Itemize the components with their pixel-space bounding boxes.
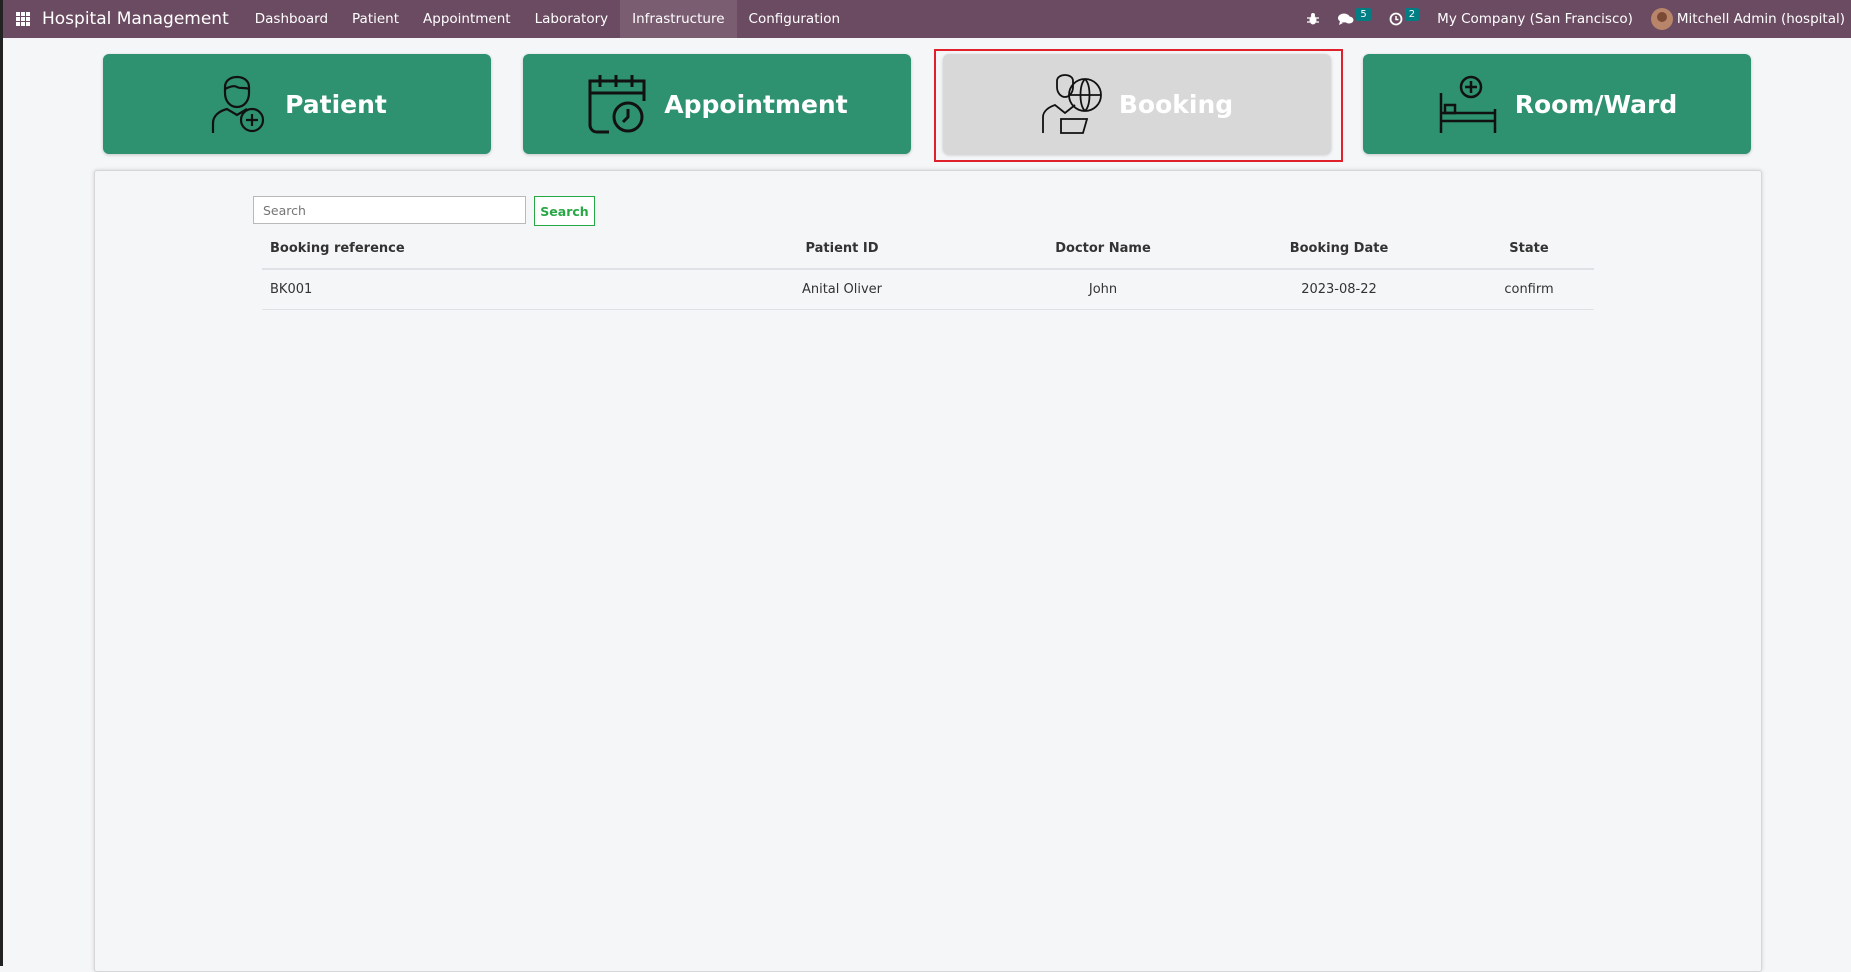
header-booking-reference[interactable]: Booking reference [262, 241, 692, 256]
messages-badge: 5 [1356, 7, 1371, 21]
header-booking-date[interactable]: Booking Date [1214, 241, 1464, 256]
search-button[interactable]: Search [534, 196, 595, 226]
menu-appointment[interactable]: Appointment [411, 0, 523, 38]
user-name: Mitchell Admin (hospital) [1676, 11, 1845, 27]
cell-booking-date: 2023-08-22 [1301, 282, 1377, 297]
menu-laboratory[interactable]: Laboratory [523, 0, 621, 38]
user-menu[interactable]: Mitchell Admin (hospital) [1650, 8, 1845, 30]
activities-button[interactable]: 2 [1389, 7, 1420, 26]
messages-button[interactable]: 5 [1338, 7, 1371, 26]
menu-infrastructure[interactable]: Infrastructure [620, 0, 737, 38]
company-switcher[interactable]: My Company (San Francisco) [1437, 11, 1633, 27]
selection-highlight [934, 49, 1343, 162]
debug-bug-icon[interactable] [1306, 12, 1320, 26]
avatar [1650, 8, 1673, 30]
patient-card-label: Patient [285, 89, 387, 119]
booking-list-panel: Search Booking reference Patient ID Doct… [94, 170, 1762, 972]
header-doctor-name[interactable]: Doctor Name [992, 241, 1214, 256]
navbar-tools: 5 2 My Company (San Francisco) Mitchell … [1306, 0, 1851, 38]
clock-icon [1389, 12, 1403, 26]
room-ward-card-label: Room/Ward [1514, 89, 1678, 119]
top-navbar: Hospital Management Dashboard Patient Ap… [3, 0, 1851, 38]
menu-patient[interactable]: Patient [340, 0, 411, 38]
header-state[interactable]: State [1464, 241, 1594, 256]
menu-configuration[interactable]: Configuration [737, 0, 853, 38]
cell-state: confirm [1504, 282, 1554, 297]
table-row[interactable]: BK001 Anital Oliver John 2023-08-22 conf… [262, 270, 1594, 310]
header-patient-id[interactable]: Patient ID [692, 241, 992, 256]
calendar-clock-icon [588, 75, 646, 134]
table-header: Booking reference Patient ID Doctor Name… [262, 228, 1594, 270]
apps-grid-icon[interactable] [16, 12, 30, 26]
patient-card[interactable]: Patient [103, 54, 491, 154]
cell-doctor-name: John [1088, 282, 1118, 297]
cell-patient-id: Anital Oliver [801, 282, 883, 297]
app-brand[interactable]: Hospital Management [42, 9, 229, 29]
activities-badge: 2 [1404, 7, 1420, 21]
cell-booking-reference: BK001 [270, 282, 313, 297]
window-edge [0, 0, 3, 966]
room-ward-card[interactable]: Room/Ward [1363, 54, 1751, 154]
chat-icon [1338, 13, 1354, 25]
booking-table: Booking reference Patient ID Doctor Name… [262, 228, 1594, 310]
menu-dashboard[interactable]: Dashboard [243, 0, 340, 38]
hospital-bed-icon [1439, 75, 1496, 133]
patient-add-icon [212, 75, 265, 133]
search-input[interactable] [253, 196, 526, 224]
appointment-card-label: Appointment [664, 89, 848, 119]
appointment-card[interactable]: Appointment [523, 54, 911, 154]
